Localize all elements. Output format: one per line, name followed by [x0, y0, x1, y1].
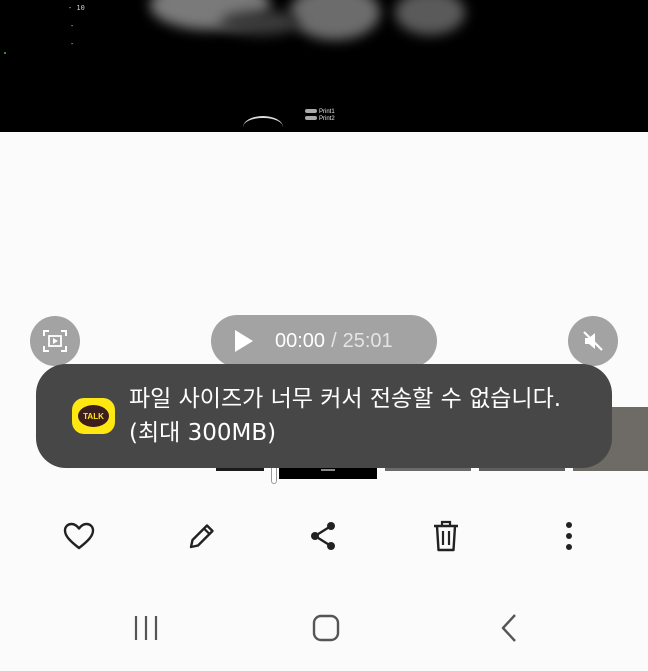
print1-label: Print1	[305, 109, 335, 115]
depth-scale-label: - 10	[68, 4, 85, 12]
toast-notification: TALK 파일 사이즈가 너무 커서 전송할 수 없습니다. (최대 300MB…	[36, 364, 612, 468]
delete-button[interactable]	[422, 512, 470, 560]
trash-icon	[434, 520, 458, 552]
mute-button[interactable]	[568, 316, 618, 366]
playback-control[interactable]: 00:00 / 25:01	[211, 315, 437, 367]
edit-button[interactable]	[178, 512, 226, 560]
pencil-icon	[189, 524, 214, 549]
recents-icon	[134, 616, 158, 640]
probe-indicator	[243, 116, 283, 132]
toast-message: 파일 사이즈가 너무 커서 전송할 수 없습니다. (최대 300MB)	[129, 386, 562, 446]
ultrasound-image-region	[395, 0, 465, 35]
video-frame[interactable]: - 10 - - Print1 Print2	[0, 0, 648, 132]
heart-icon	[63, 522, 95, 550]
home-icon	[312, 614, 340, 642]
screen-capture-icon	[43, 330, 67, 352]
kakaotalk-icon: TALK	[72, 398, 115, 434]
favorite-button[interactable]	[55, 512, 103, 560]
more-options-button[interactable]	[545, 512, 593, 560]
back-button[interactable]	[485, 604, 533, 652]
share-icon	[311, 522, 335, 550]
more-vertical-icon	[566, 522, 572, 550]
total-time: 25:01	[342, 329, 393, 352]
depth-tick: -	[70, 40, 75, 48]
green-marker	[4, 52, 6, 54]
kakaotalk-icon-label: TALK	[78, 405, 109, 427]
mute-icon	[583, 331, 603, 351]
ultrasound-image-region	[290, 0, 380, 40]
time-separator: /	[331, 329, 337, 352]
print2-label: Print2	[305, 116, 335, 122]
capture-button[interactable]	[30, 316, 80, 366]
play-icon[interactable]	[233, 328, 255, 354]
recents-button[interactable]	[122, 604, 170, 652]
ultrasound-image-region	[220, 10, 300, 35]
home-button[interactable]	[302, 604, 350, 652]
depth-tick: -	[70, 22, 75, 30]
back-icon	[501, 614, 516, 642]
current-time: 00:00	[275, 329, 326, 352]
share-button[interactable]	[299, 512, 347, 560]
